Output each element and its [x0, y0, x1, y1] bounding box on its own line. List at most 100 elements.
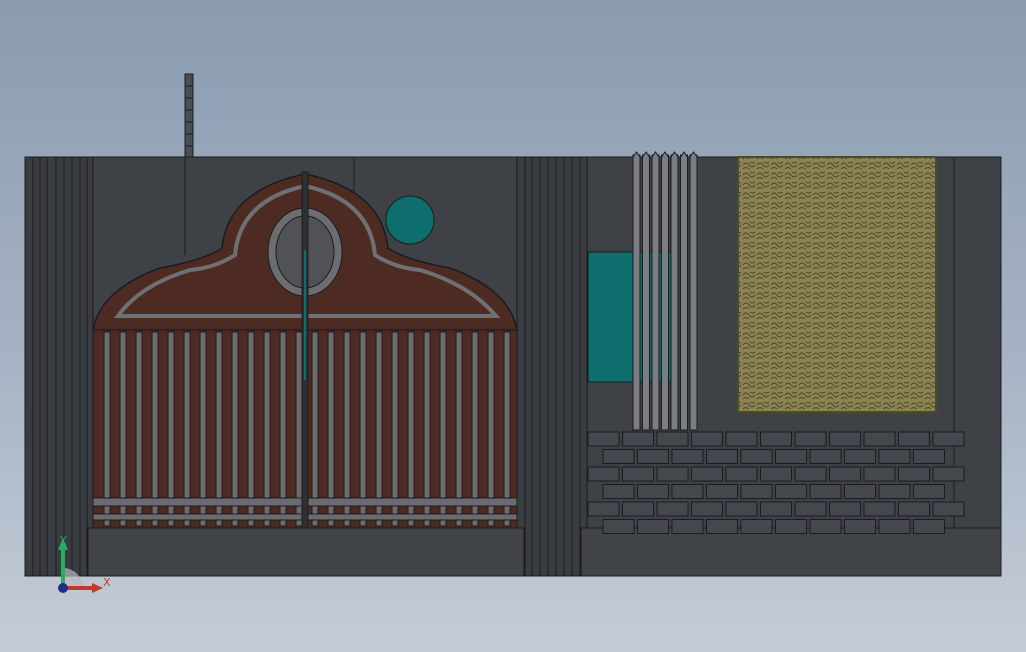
gate-bar	[183, 331, 191, 527]
gate-bar	[279, 331, 287, 527]
pipe	[689, 154, 698, 431]
gate-bar	[151, 331, 159, 527]
brick	[587, 501, 620, 517]
brick	[898, 431, 930, 447]
brick	[740, 449, 773, 464]
pipe	[632, 154, 641, 431]
brick	[622, 431, 654, 447]
gate-bar	[407, 331, 415, 527]
brick	[740, 484, 773, 499]
brick	[844, 519, 876, 534]
brick	[637, 484, 669, 499]
brick	[602, 449, 635, 464]
pipe	[680, 154, 688, 431]
brick	[775, 519, 807, 534]
gate-base	[87, 527, 525, 577]
brick	[898, 501, 930, 517]
brick	[878, 519, 911, 534]
brick	[725, 431, 758, 447]
ornamental-grille	[737, 156, 937, 413]
brick	[932, 431, 965, 447]
brick	[809, 449, 842, 464]
brick	[760, 431, 792, 447]
brick	[622, 466, 654, 482]
gate-bar	[391, 331, 399, 527]
cad-model-view[interactable]: Y X	[0, 0, 1026, 652]
x-axis-label: X	[103, 576, 111, 589]
brick	[602, 484, 635, 499]
brick	[706, 449, 738, 464]
brick	[706, 519, 738, 534]
gate-bar	[359, 331, 367, 527]
brick	[671, 484, 704, 499]
pipe	[670, 154, 679, 431]
brick	[706, 484, 738, 499]
gate-bar	[135, 331, 143, 527]
brick	[913, 519, 945, 534]
gate-bar	[343, 331, 351, 527]
middle-pillar	[516, 156, 588, 577]
antenna-post	[184, 73, 194, 159]
brick	[587, 466, 620, 482]
brick	[775, 484, 807, 499]
brick	[760, 501, 792, 517]
brick	[932, 501, 965, 517]
brick	[691, 501, 723, 517]
brick	[829, 431, 861, 447]
brick	[656, 431, 689, 447]
pipe	[661, 154, 669, 431]
brick	[637, 449, 669, 464]
brick	[809, 519, 842, 534]
brick	[671, 449, 704, 464]
brick	[829, 466, 861, 482]
origin-point	[58, 583, 68, 593]
brick	[913, 484, 945, 499]
pipe	[642, 154, 650, 431]
brick	[863, 431, 896, 447]
gate-bar	[119, 331, 127, 527]
left-pillar	[24, 156, 94, 577]
gate-bar	[167, 331, 175, 527]
y-axis-label: Y	[59, 534, 67, 547]
brick	[587, 431, 620, 447]
gate-bar	[487, 331, 495, 527]
brick	[913, 449, 945, 464]
brick	[794, 466, 827, 482]
gate-bar	[423, 331, 431, 527]
brick	[691, 466, 723, 482]
gate-bar	[503, 331, 511, 527]
pipe	[651, 154, 660, 431]
brick	[829, 501, 861, 517]
gate-bar	[263, 331, 271, 527]
brick	[602, 519, 635, 534]
brick	[725, 501, 758, 517]
brick	[671, 519, 704, 534]
brick	[844, 484, 876, 499]
brick	[863, 466, 896, 482]
right-base	[580, 527, 1002, 577]
brick	[656, 466, 689, 482]
gate-bar	[247, 331, 255, 527]
brick	[725, 466, 758, 482]
vertical-pipes	[632, 151, 698, 431]
gate-bar	[455, 331, 463, 527]
brick	[898, 466, 930, 482]
gate-bar	[231, 331, 239, 527]
brick	[863, 501, 896, 517]
gate-bar	[471, 331, 479, 527]
brick	[794, 501, 827, 517]
brick	[775, 449, 807, 464]
brick	[844, 449, 876, 464]
teal-lamp	[385, 195, 435, 245]
brick	[932, 466, 965, 482]
gate-bar	[375, 331, 383, 527]
gate-bar	[215, 331, 223, 527]
brick	[656, 501, 689, 517]
brick	[794, 431, 827, 447]
gate-bar	[103, 331, 111, 527]
brick	[878, 449, 911, 464]
brick	[740, 519, 773, 534]
gate-bar	[311, 331, 319, 527]
graphics-viewport[interactable]: Y X	[0, 0, 1026, 652]
brick	[622, 501, 654, 517]
